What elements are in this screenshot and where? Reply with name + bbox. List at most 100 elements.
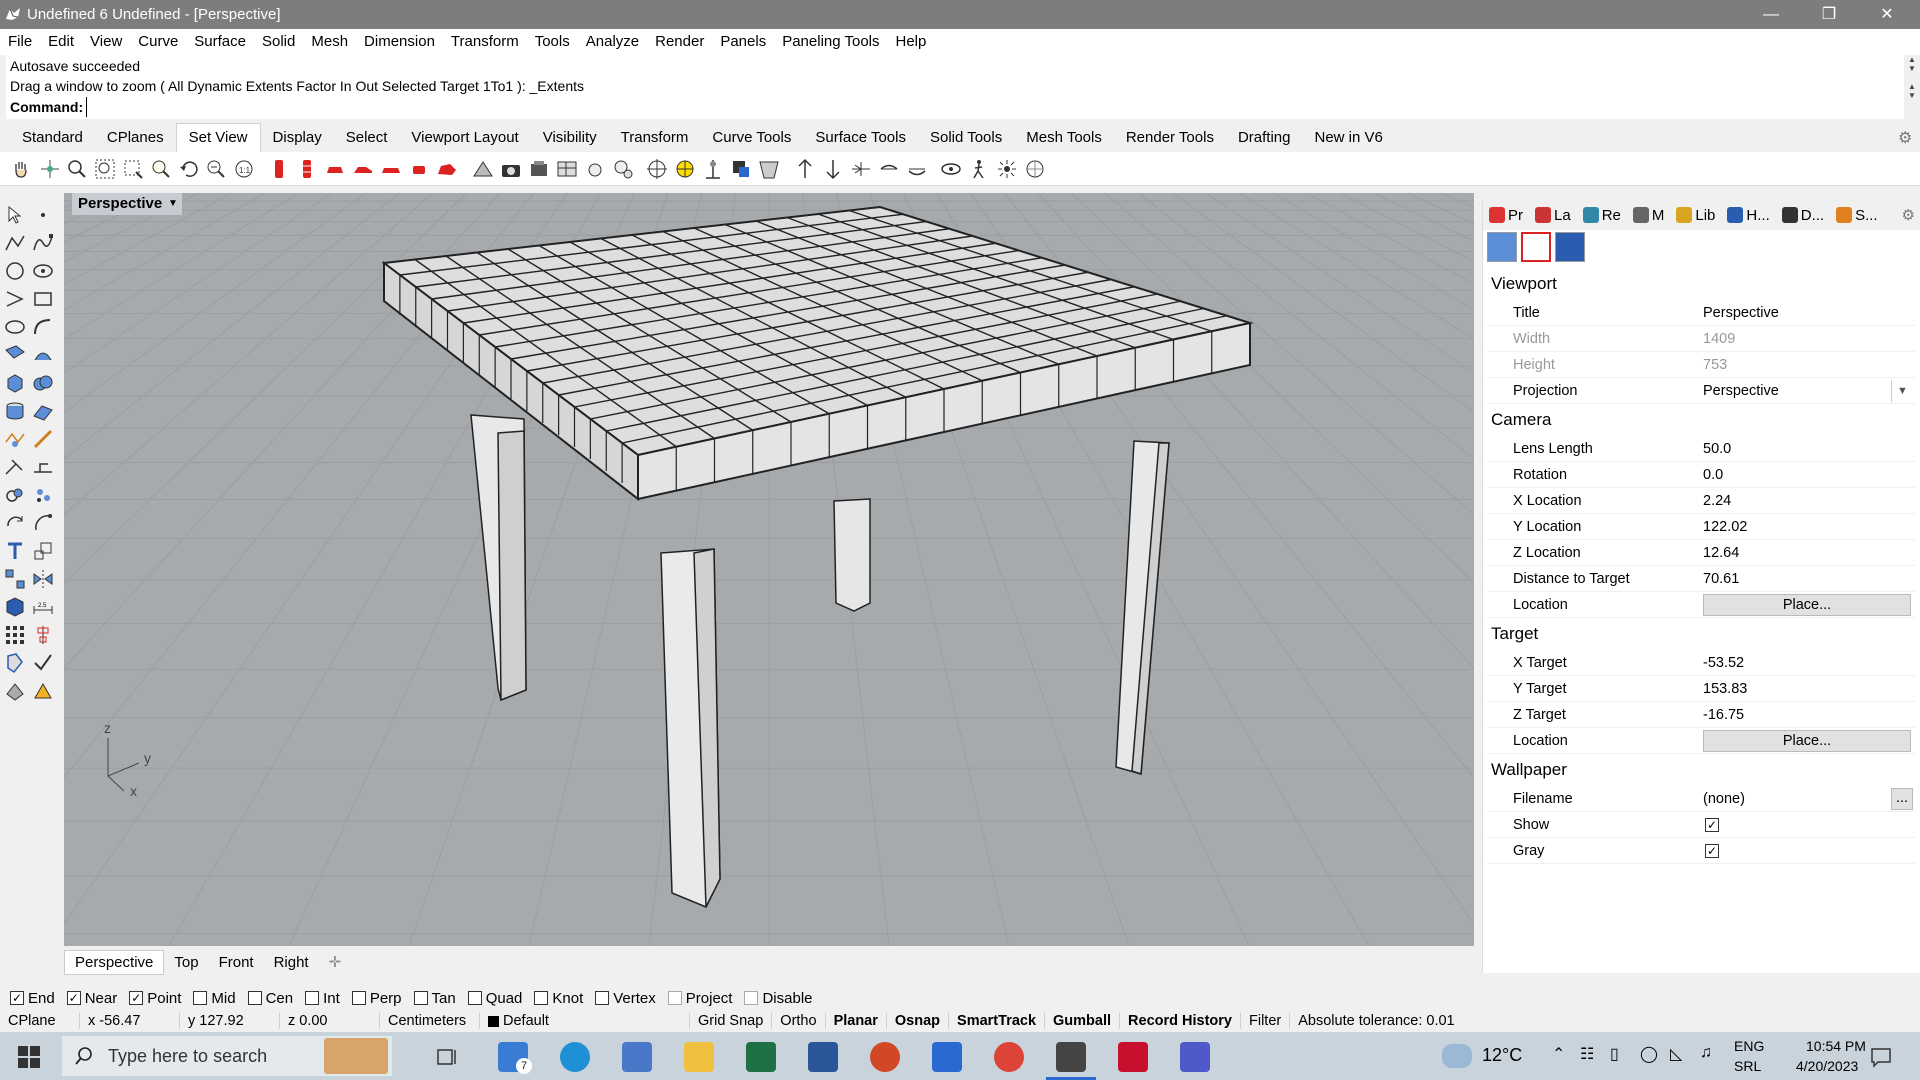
grid-array-icon[interactable] [4,624,26,646]
command-scrollbar[interactable]: ▲ ▼ ▲ ▼ [1904,55,1920,119]
notifications-icon[interactable] [1870,1046,1892,1068]
move-icon[interactable] [32,512,54,534]
menu-transform[interactable]: Transform [443,29,527,55]
perspective-viewport[interactable]: z y x Perspective ▼ [64,193,1474,946]
target-place-button[interactable]: Place... [1703,730,1911,752]
tab-cplanes[interactable]: CPlanes [95,124,176,152]
language-code[interactable]: ENG [1734,1038,1764,1054]
minimize-icon[interactable]: — [1742,0,1800,29]
panel-tab-materials[interactable]: M [1627,207,1671,224]
weather-cloud-icon[interactable] [1442,1044,1472,1068]
tab-display[interactable]: Display [261,124,334,152]
globe-icon[interactable]: ◯ [1640,1044,1658,1064]
rotate-left-icon[interactable] [850,158,872,180]
calendar-app-icon[interactable] [932,1042,962,1072]
panel-settings-gear-icon[interactable]: ⚙ [1902,206,1915,224]
teams-icon[interactable] [1180,1042,1210,1072]
car-back-icon[interactable] [380,158,402,180]
taskbar-search-box[interactable]: Type here to search [62,1036,392,1076]
mirror-icon[interactable] [32,568,54,590]
projection-select[interactable]: Perspective [1703,383,1779,399]
tab-solid-tools[interactable]: Solid Tools [918,124,1014,152]
walkabout-icon[interactable] [968,158,990,180]
camera-target-icon[interactable] [472,158,494,180]
menu-paneling-tools[interactable]: Paneling Tools [774,29,887,55]
compass-icon[interactable] [1024,158,1046,180]
surface-corner-icon[interactable] [4,344,26,366]
grid-snap-toggle[interactable]: Grid Snap [690,1013,773,1029]
surface-edge-icon[interactable] [32,344,54,366]
osnap-cen[interactable]: Cen [247,990,293,1007]
menu-analyze[interactable]: Analyze [578,29,647,55]
store-app-icon[interactable] [622,1042,652,1072]
text-icon[interactable] [4,540,26,562]
layer-status[interactable]: Default [480,1013,690,1029]
zoom-window-icon[interactable] [122,158,144,180]
gumball-toggle[interactable]: Gumball [1045,1013,1121,1029]
viewport-tab-top[interactable]: Top [164,951,208,974]
osnap-near[interactable]: ✓ Near [66,990,117,1007]
crosshair-icon[interactable] [646,158,668,180]
weather-temperature[interactable]: 12°C [1482,1045,1522,1066]
mail-app-icon[interactable]: 7 [498,1042,532,1074]
tab-set-view[interactable]: Set View [175,123,261,152]
car-perspective-icon[interactable] [436,158,458,180]
rectangle-icon[interactable] [32,288,54,310]
panel-tab-render[interactable]: Re [1577,207,1627,224]
gear-icon[interactable]: ⚙ [1898,128,1912,148]
print-view-icon[interactable] [556,158,578,180]
property-value[interactable]: -16.75 [1703,707,1744,723]
menu-edit[interactable]: Edit [40,29,82,55]
viewport-tab-perspective[interactable]: Perspective [64,949,165,975]
checkbox[interactable] [413,991,428,1005]
property-value[interactable]: 122.02 [1703,519,1747,535]
point-icon[interactable] [32,204,54,226]
osnap-toggle[interactable]: Osnap [887,1013,950,1029]
keyboard-layout[interactable]: SRL [1734,1058,1761,1074]
chrome-browser-icon[interactable] [994,1042,1024,1072]
car-top-icon[interactable] [408,158,430,180]
checkbox[interactable] [467,991,482,1005]
wallpaper-filename[interactable]: (none) [1703,791,1745,807]
osnap-int[interactable]: Int [305,990,340,1007]
polygon-icon[interactable] [4,316,26,338]
lens-icon[interactable] [584,158,606,180]
tab-visibility[interactable]: Visibility [531,124,609,152]
camera-properties-icon[interactable] [1487,232,1517,262]
menu-file[interactable]: File [0,29,40,55]
light-icon[interactable] [32,680,54,702]
property-value[interactable]: 50.0 [1703,441,1731,457]
checkbox[interactable]: ✓ [66,991,81,1005]
panel-tab-help[interactable]: H... [1721,207,1775,224]
menu-mesh[interactable]: Mesh [303,29,356,55]
named-view-2-icon[interactable] [296,158,318,180]
orbit-icon[interactable] [940,158,962,180]
zoom-out-icon[interactable] [205,158,227,180]
panel-tab-libraries[interactable]: Lib [1670,207,1721,224]
osnap-point[interactable]: ✓ Point [129,990,181,1007]
checkbox[interactable] [351,991,366,1005]
tab-transform[interactable]: Transform [609,124,701,152]
rotate-view-icon[interactable] [39,158,61,180]
zoom-1to1-icon[interactable]: 1:1 [233,158,255,180]
panel-tab-layers[interactable]: La [1529,207,1577,224]
browse-button[interactable]: ... [1891,788,1913,810]
zoom-selected-icon[interactable] [150,158,172,180]
osnap-end[interactable]: ✓ End [10,990,55,1007]
zoom-icon[interactable] [66,158,88,180]
wifi-icon[interactable]: ◺ [1670,1044,1682,1064]
viewport-properties-icon[interactable] [1521,232,1551,262]
powerpoint-icon[interactable] [870,1042,900,1072]
box-icon[interactable] [4,372,26,394]
split-icon[interactable] [32,456,54,478]
show-checkbox[interactable]: ✓ [1705,818,1719,832]
undo-view-icon[interactable] [178,158,200,180]
align-icon[interactable] [32,624,54,646]
circle-icon[interactable] [4,260,26,282]
tab-drafting[interactable]: Drafting [1226,124,1303,152]
osnap-disable[interactable]: Disable [744,990,813,1007]
record-history-toggle[interactable]: Record History [1120,1013,1241,1029]
camera-place-button[interactable]: Place... [1703,594,1911,616]
arc-icon[interactable] [4,288,26,310]
clock-time[interactable]: 10:54 PM [1806,1038,1866,1054]
